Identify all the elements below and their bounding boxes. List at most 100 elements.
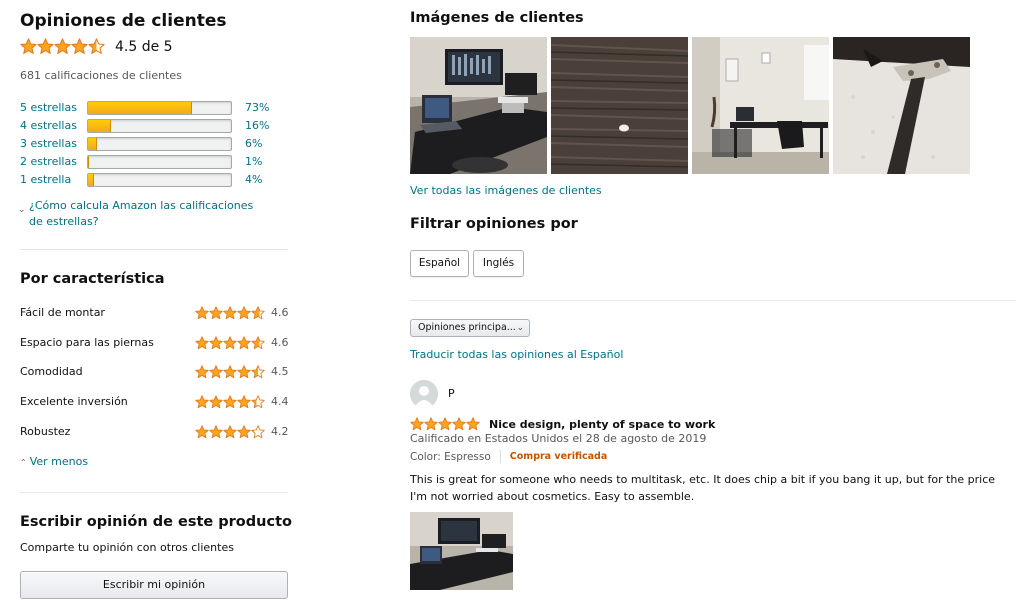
features-heading: Por característica [20,271,165,287]
histogram-row-5[interactable]: 5 estrellas 73% [20,100,288,116]
review-meta: Calificado en Estados Unidos el 28 de ag… [410,432,707,445]
histogram-bar [87,173,232,187]
star-icon [237,336,251,350]
verified-purchase-badge: Compra verificada [509,451,608,462]
star-icon [54,38,71,55]
star-icon [237,425,251,439]
histogram-bar [87,155,232,169]
histogram-label: 5 estrellas [20,101,77,114]
see-all-images-link[interactable]: Ver todas las imágenes de clientes [410,184,602,197]
star-icon [251,425,265,439]
filter-chip-spanish[interactable]: Español [410,250,469,277]
histogram-label: 4 estrellas [20,119,77,132]
review-stars-icon [410,417,480,431]
customer-image-wood-surface[interactable] [551,37,688,174]
histogram-row-3[interactable]: 3 estrellas 6% [20,136,288,152]
star-icon [223,395,237,409]
feature-stars-icon [195,336,265,350]
write-review-heading: Escribir opinión de este producto [20,514,292,530]
star-icon [237,365,251,379]
star-icon [251,365,265,379]
feature-rating: 4.2 [271,425,289,438]
review-body: This is great for someone who needs to m… [410,473,996,503]
star-icon [209,336,223,350]
see-less-text: Ver menos [29,455,89,468]
customer-image-desk-setup[interactable] [410,37,547,174]
filter-chip-english[interactable]: Inglés [473,250,524,277]
overall-rating: 4.5 de 5 [20,38,173,55]
histogram-percent: 73% [245,101,270,114]
star-icon [410,417,424,431]
sort-dropdown[interactable]: Opiniones principa... ⌄ [410,319,530,337]
feature-name: Fácil de montar [20,306,105,319]
histogram-row-4[interactable]: 4 estrellas 16% [20,118,288,134]
star-icon [237,306,251,320]
histogram-row-1[interactable]: 1 estrella 4% [20,172,288,188]
feature-row: Excelente inversión 4.4 [20,394,289,410]
star-icon [195,306,209,320]
star-icon [251,395,265,409]
overall-rating-value: 4.5 de 5 [115,38,173,55]
customer-image-room-desk[interactable] [692,37,829,174]
feature-name: Robustez [20,425,71,438]
ratings-count: 681 calificaciones de clientes [20,69,182,82]
star-icon [195,395,209,409]
histogram-label: 3 estrellas [20,137,77,150]
filter-heading: Filtrar opiniones por [410,216,578,232]
star-icon [195,365,209,379]
chevron-down-icon: ⌄ [18,205,26,215]
histogram-bar [87,101,232,115]
star-icon [237,395,251,409]
feature-name: Espacio para las piernas [20,336,154,349]
star-icon [251,336,265,350]
histogram-bar [87,119,232,133]
feature-rating: 4.5 [271,365,289,378]
see-less-link[interactable]: ⌃ Ver menos [20,455,88,468]
feature-rating: 4.6 [271,306,289,319]
histogram-row-2[interactable]: 2 estrellas 1% [20,154,288,170]
feature-rating: 4.4 [271,395,289,408]
feature-row: Espacio para las piernas 4.6 [20,335,289,351]
feature-stars-icon [195,395,265,409]
star-icon [251,306,265,320]
feature-row: Fácil de montar 4.6 [20,305,289,321]
histogram-percent: 16% [245,119,270,132]
divider [20,249,288,250]
avatar [410,380,438,408]
write-review-button[interactable]: Escribir mi opinión [20,571,288,599]
feature-stars-icon [195,425,265,439]
overall-stars-icon [20,38,105,55]
divider [499,450,501,463]
sort-selected: Opiniones principa... [418,322,516,333]
how-calculated-link[interactable]: ⌄ ¿Cómo calcula Amazon las calificacione… [18,198,270,230]
star-icon [209,365,223,379]
reviewer-name[interactable]: P [448,387,455,400]
star-icon [223,425,237,439]
star-icon [71,38,88,55]
star-icon [37,38,54,55]
histogram-fill [88,174,94,186]
star-icon [452,417,466,431]
how-calculated-text: ¿Cómo calcula Amazon las calificaciones … [29,199,254,228]
translate-all-link[interactable]: Traducir todas las opiniones al Español [410,348,623,361]
histogram-percent: 1% [245,155,263,168]
star-icon [466,417,480,431]
histogram-fill [88,138,97,150]
chevron-up-icon: ⌃ [20,458,27,467]
histogram-fill [88,120,111,132]
histogram-label: 1 estrella [20,173,72,186]
customer-image-bracket[interactable] [833,37,970,174]
star-icon [223,336,237,350]
divider [410,300,1016,301]
review-image[interactable] [410,512,513,590]
star-icon [195,425,209,439]
feature-stars-icon [195,365,265,379]
star-icon [424,417,438,431]
reviews-heading: Opiniones de clientes [20,11,227,31]
feature-row: Comodidad 4.5 [20,364,289,380]
histogram-fill [88,102,193,114]
feature-stars-icon [195,306,265,320]
star-icon [223,306,237,320]
write-review-subtitle: Comparte tu opinión con otros clientes [20,541,234,554]
review-title[interactable]: Nice design, plenty of space to work [489,418,715,431]
